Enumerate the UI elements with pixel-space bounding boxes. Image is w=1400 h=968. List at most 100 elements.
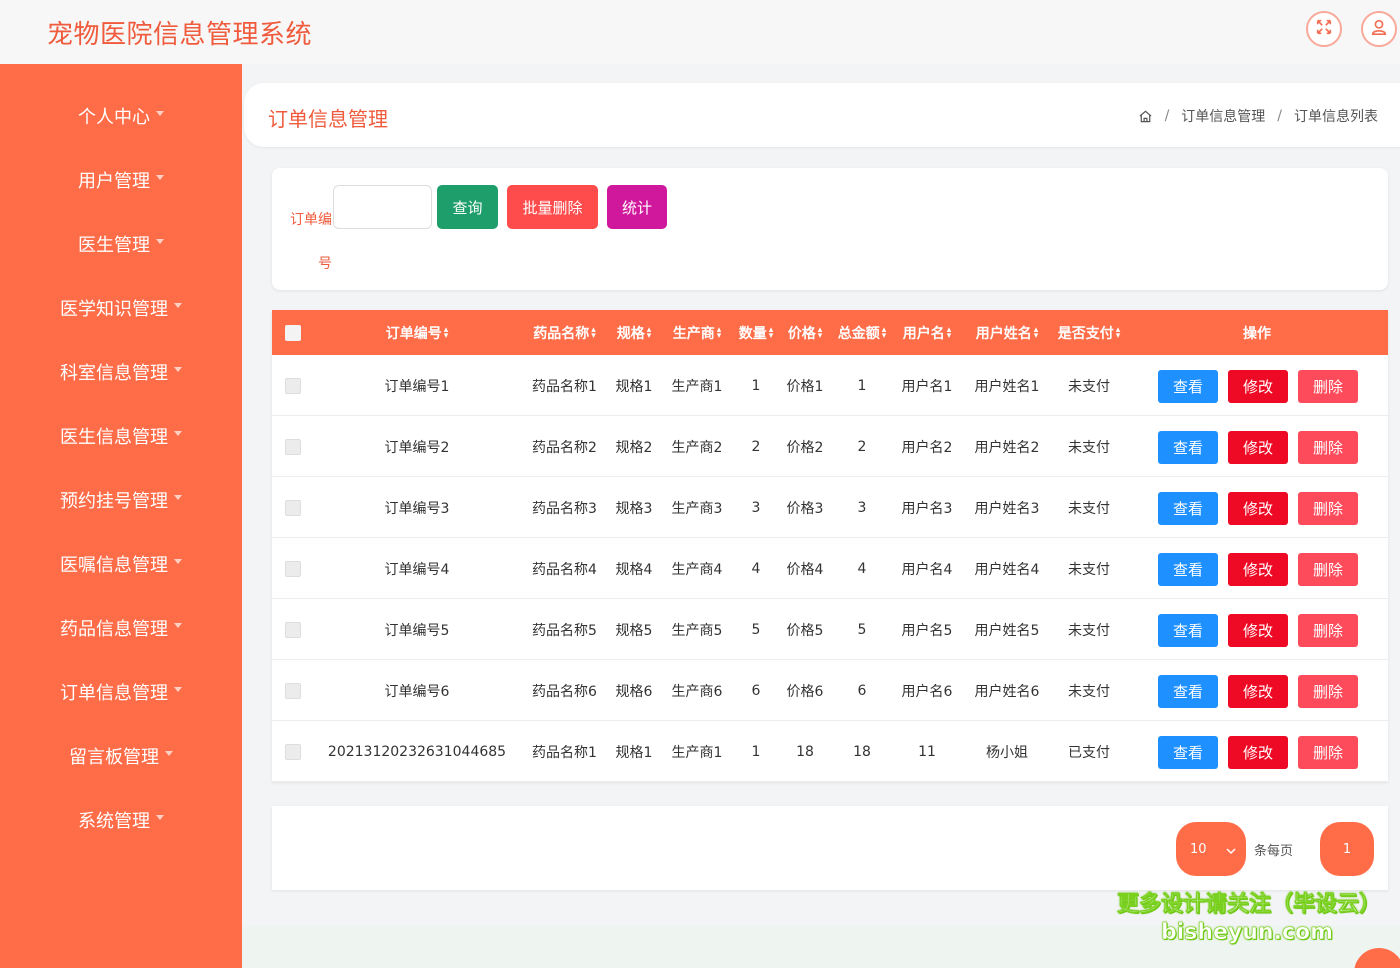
select-all-checkbox[interactable] xyxy=(278,310,308,355)
column-header-paid[interactable]: 是否支付 ▴ ▾ xyxy=(1052,310,1126,355)
row-checkbox[interactable] xyxy=(278,477,308,538)
delete-button[interactable]: 删除 xyxy=(1298,431,1358,464)
edit-button[interactable]: 修改 xyxy=(1228,370,1288,403)
cell-quantity: 1 xyxy=(751,743,761,760)
edit-button[interactable]: 修改 xyxy=(1228,614,1288,647)
caret-down-icon xyxy=(174,558,182,564)
cell-user-full-name: 用户姓名3 xyxy=(974,500,1040,517)
column-header-total[interactable]: 总金额 ▴ ▾ xyxy=(832,310,892,355)
page-number-1[interactable]: 1 xyxy=(1320,822,1374,876)
sidebar-item-medical-knowledge[interactable]: 医学知识管理 xyxy=(0,288,242,328)
sidebar-item-label: 医生管理 xyxy=(78,235,150,256)
sidebar-item-doctors[interactable]: 医生管理 xyxy=(0,224,242,264)
caret-down-icon xyxy=(174,366,182,372)
sidebar-item-users[interactable]: 用户管理 xyxy=(0,160,242,200)
edit-button[interactable]: 修改 xyxy=(1228,431,1288,464)
home-icon[interactable] xyxy=(1138,109,1153,124)
cell-manufacturer: 生产商2 xyxy=(671,439,723,456)
edit-button[interactable]: 修改 xyxy=(1228,492,1288,525)
sidebar-item-label: 个人中心 xyxy=(78,107,150,128)
cell-medicine-name: 药品名称1 xyxy=(532,744,597,761)
sidebar-item-medical-orders[interactable]: 医嘱信息管理 xyxy=(0,544,242,584)
sidebar-item-label: 预约挂号管理 xyxy=(60,491,168,512)
cell-username: 用户名1 xyxy=(901,378,953,395)
sidebar-item-doctor-info[interactable]: 医生信息管理 xyxy=(0,416,242,456)
cell-medicine-name: 药品名称4 xyxy=(532,561,597,578)
row-checkbox[interactable] xyxy=(278,721,308,782)
row-checkbox[interactable] xyxy=(278,660,308,721)
delete-button[interactable]: 删除 xyxy=(1298,614,1358,647)
column-header-quantity[interactable]: 数量 ▴ ▾ xyxy=(733,310,779,355)
column-header-user-full-name[interactable]: 用户姓名 ▴ ▾ xyxy=(970,310,1044,355)
delete-button[interactable]: 删除 xyxy=(1298,675,1358,708)
column-header-spec[interactable]: 规格 ▴ ▾ xyxy=(608,310,660,355)
view-button[interactable]: 查看 xyxy=(1158,492,1218,525)
cell-username: 用户名4 xyxy=(901,561,953,578)
sidebar-item-departments[interactable]: 科室信息管理 xyxy=(0,352,242,392)
sidebar-item-system[interactable]: 系统管理 xyxy=(0,800,242,840)
delete-button[interactable]: 删除 xyxy=(1298,492,1358,525)
delete-button[interactable]: 删除 xyxy=(1298,736,1358,769)
row-checkbox[interactable] xyxy=(278,538,308,599)
column-header-price[interactable]: 价格 ▴ ▾ xyxy=(782,310,828,355)
sidebar-item-medicines[interactable]: 药品信息管理 xyxy=(0,608,242,648)
sidebar-item-orders[interactable]: 订单信息管理 xyxy=(0,672,242,712)
sidebar-item-label: 医生信息管理 xyxy=(60,427,168,448)
column-header-order-number[interactable]: 订单编号 ▴ ▾ xyxy=(312,310,522,355)
cell-total: 2 xyxy=(857,438,867,455)
sidebar-item-personal-center[interactable]: 个人中心 xyxy=(0,96,242,136)
edit-button[interactable]: 修改 xyxy=(1228,553,1288,586)
pagination-bar: 10 条每页 1 xyxy=(272,806,1388,890)
view-button[interactable]: 查看 xyxy=(1158,675,1218,708)
delete-button[interactable]: 删除 xyxy=(1298,553,1358,586)
breadcrumb-item[interactable]: 订单信息管理 xyxy=(1181,106,1265,126)
view-button[interactable]: 查看 xyxy=(1158,736,1218,769)
batch-delete-button[interactable]: 批量删除 xyxy=(507,185,598,229)
caret-down-icon xyxy=(174,622,182,628)
row-checkbox[interactable] xyxy=(278,355,308,416)
cell-order-number: 订单编号2 xyxy=(384,439,450,456)
cell-quantity: 3 xyxy=(751,499,761,516)
edit-button[interactable]: 修改 xyxy=(1228,736,1288,769)
column-header-medicine-name[interactable]: 药品名称 ▴ ▾ xyxy=(527,310,602,355)
cell-spec: 规格5 xyxy=(615,622,653,639)
user-button[interactable] xyxy=(1361,11,1397,47)
cell-username: 用户名6 xyxy=(901,683,953,700)
cell-username: 用户名3 xyxy=(901,500,953,517)
fullscreen-button[interactable] xyxy=(1306,11,1342,47)
cell-medicine-name: 药品名称3 xyxy=(532,500,597,517)
cell-medicine-name: 药品名称5 xyxy=(532,622,597,639)
view-button[interactable]: 查看 xyxy=(1158,431,1218,464)
cell-price: 价格2 xyxy=(786,439,824,456)
sort-icon: ▴ ▾ xyxy=(946,324,952,341)
row-checkbox[interactable] xyxy=(278,416,308,477)
page-title: 订单信息管理 xyxy=(268,107,388,131)
cell-price: 价格4 xyxy=(786,561,824,578)
cell-total: 18 xyxy=(853,743,871,760)
delete-button[interactable]: 删除 xyxy=(1298,370,1358,403)
sidebar-item-appointments[interactable]: 预约挂号管理 xyxy=(0,480,242,520)
caret-down-icon xyxy=(165,750,173,756)
view-button[interactable]: 查看 xyxy=(1158,553,1218,586)
sort-icon: ▴ ▾ xyxy=(1115,324,1121,341)
edit-button[interactable]: 修改 xyxy=(1228,675,1288,708)
cell-order-number: 订单编号6 xyxy=(384,683,450,700)
sidebar-item-message-board[interactable]: 留言板管理 xyxy=(0,736,242,776)
caret-down-icon xyxy=(174,494,182,500)
query-button[interactable]: 查询 xyxy=(437,185,498,229)
cell-user-full-name: 用户姓名1 xyxy=(974,378,1040,395)
page-size-select[interactable]: 10 xyxy=(1176,822,1246,876)
table-row: 20213120232631044685 药品名称1 规格1 生产商1 1 18 18 11 杨… xyxy=(272,721,1388,782)
orders-table: 订单编号 ▴ ▾ 药品名称 ▴ ▾ 规格 ▴ ▾ 生产商 ▴ ▾ 数量 ▴ ▾ 价格 ▴ ▾ 总金额 ▴ ▾… xyxy=(272,310,1388,782)
cell-quantity: 2 xyxy=(751,438,761,455)
order-number-input[interactable] xyxy=(333,185,432,229)
statistics-button[interactable]: 统计 xyxy=(607,185,667,229)
view-button[interactable]: 查看 xyxy=(1158,614,1218,647)
view-button[interactable]: 查看 xyxy=(1158,370,1218,403)
sidebar-item-label: 医学知识管理 xyxy=(60,299,168,320)
sort-icon: ▴ ▾ xyxy=(817,324,823,341)
row-checkbox[interactable] xyxy=(278,599,308,660)
cell-order-number: 订单编号1 xyxy=(384,378,450,395)
column-header-username[interactable]: 用户名 ▴ ▾ xyxy=(897,310,957,355)
column-header-manufacturer[interactable]: 生产商 ▴ ▾ xyxy=(666,310,728,355)
